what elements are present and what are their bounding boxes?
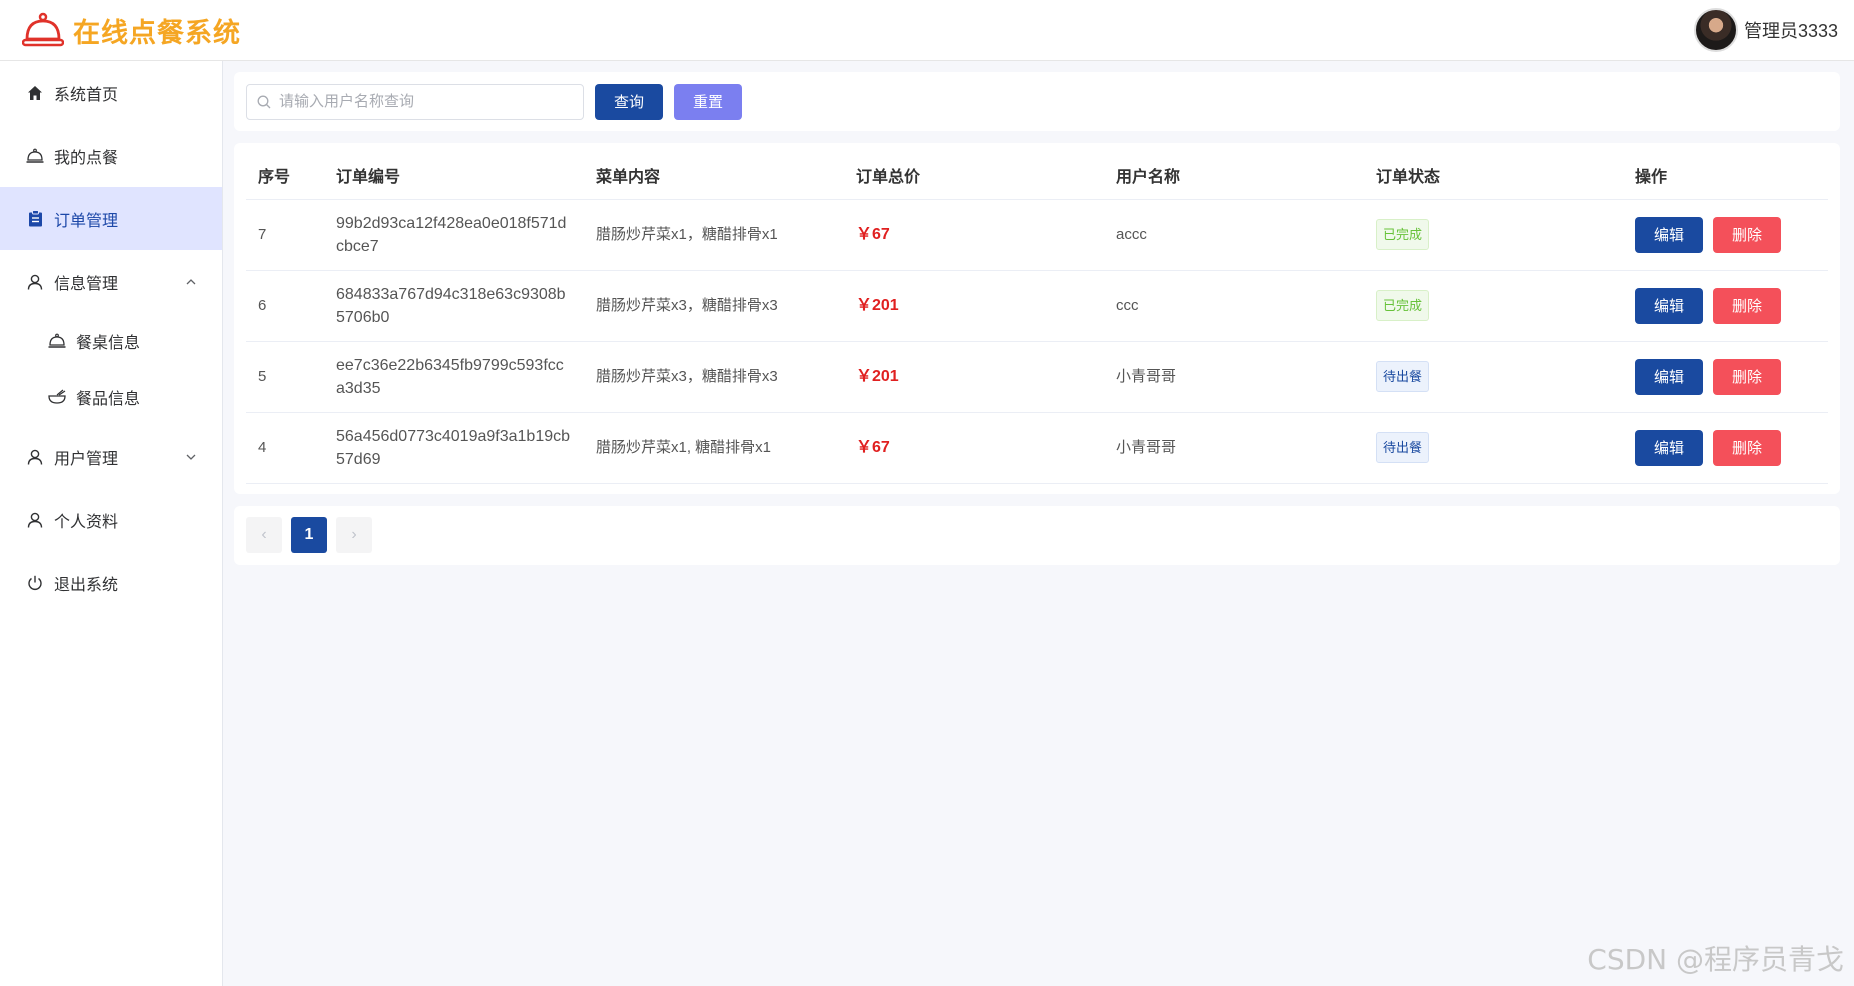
sidebar-item-order-management[interactable]: 订单管理 bbox=[0, 187, 222, 250]
column-header: 用户名称 bbox=[1104, 151, 1364, 200]
orders-table-card: 序号 订单编号 菜单内容 订单总价 用户名称 订单状态 操作 7 99b2d93… bbox=[234, 143, 1840, 494]
sidebar-item-label: 个人资料 bbox=[54, 513, 119, 531]
table-row: 7 99b2d93ca12f428ea0e018f571dcbce7 腊肠炒芹菜… bbox=[246, 199, 1828, 271]
row-index: 7 bbox=[246, 199, 324, 271]
column-header: 菜单内容 bbox=[584, 151, 844, 200]
status-badge: 已完成 bbox=[1376, 290, 1430, 321]
order-number: 56a456d0773c4019a9f3a1b19cb57d69 bbox=[324, 412, 584, 484]
menu-content: 腊肠炒芹菜x3，糖醋排骨x3 bbox=[584, 341, 844, 413]
edit-button[interactable]: 编辑 bbox=[1635, 429, 1703, 466]
menu-content: 腊肠炒芹菜x1, 糖醋排骨x1 bbox=[584, 412, 844, 484]
orders-table: 序号 订单编号 菜单内容 订单总价 用户名称 订单状态 操作 7 99b2d93… bbox=[246, 151, 1828, 484]
order-total: ￥67 bbox=[844, 412, 1104, 484]
bell-dish-icon bbox=[26, 147, 44, 165]
user-name[interactable]: 管理员3333 bbox=[1744, 17, 1838, 43]
menu-content: 腊肠炒芹菜x3，糖醋排骨x3 bbox=[584, 270, 844, 342]
brand: 在线点餐系统 bbox=[22, 11, 241, 50]
column-header: 订单编号 bbox=[324, 151, 584, 200]
main-content: 查询 重置 序号 订单编号 菜单内容 订单总价 用户名称 订单状态 操作 bbox=[234, 72, 1840, 565]
user-icon bbox=[26, 273, 44, 291]
search-icon bbox=[257, 95, 271, 108]
sidebar-item-logout[interactable]: 退出系统 bbox=[0, 551, 222, 614]
table-row: 4 56a456d0773c4019a9f3a1b19cb57d69 腊肠炒芹菜… bbox=[246, 412, 1828, 484]
edit-button[interactable]: 编辑 bbox=[1635, 216, 1703, 253]
edit-button[interactable]: 编辑 bbox=[1635, 358, 1703, 395]
edit-button[interactable]: 编辑 bbox=[1635, 287, 1703, 324]
user-name-cell: ccc bbox=[1104, 270, 1364, 342]
delete-button[interactable]: 删除 bbox=[1713, 358, 1781, 395]
sidebar-item-dish-info[interactable]: 餐品信息 bbox=[0, 369, 222, 425]
sidebar-item-label: 信息管理 bbox=[54, 275, 119, 293]
sidebar-item-label: 用户管理 bbox=[54, 450, 119, 468]
column-header: 订单状态 bbox=[1364, 151, 1623, 200]
delete-button[interactable]: 删除 bbox=[1713, 429, 1781, 466]
sidebar: 系统首页 我的点餐 订单管理 信息管理 餐桌信息 餐品信息 用户管理 个人资料 … bbox=[0, 61, 223, 986]
home-icon bbox=[26, 84, 44, 102]
status-badge: 待出餐 bbox=[1376, 361, 1430, 392]
watermark: CSDN @程序员青戈 bbox=[1587, 943, 1844, 976]
column-header: 操作 bbox=[1623, 151, 1828, 200]
user-icon bbox=[26, 511, 44, 529]
search-input-wrapper[interactable] bbox=[246, 83, 584, 120]
order-number: 99b2d93ca12f428ea0e018f571dcbce7 bbox=[324, 199, 584, 271]
order-total: ￥201 bbox=[844, 341, 1104, 413]
top-header: 在线点餐系统 管理员3333 bbox=[0, 0, 1854, 61]
user-menu[interactable]: 管理员3333 bbox=[1693, 8, 1838, 52]
sidebar-item-user-management[interactable]: 用户管理 bbox=[0, 425, 222, 488]
order-number: ee7c36e22b6345fb9799c593fcca3d35 bbox=[324, 341, 584, 413]
sidebar-item-label: 餐桌信息 bbox=[76, 335, 141, 352]
status-badge: 已完成 bbox=[1376, 219, 1430, 250]
sidebar-item-my-orders[interactable]: 我的点餐 bbox=[0, 124, 222, 187]
sidebar-item-label: 餐品信息 bbox=[76, 391, 141, 408]
pagination: ‹ 1 › bbox=[234, 505, 1840, 565]
sidebar-item-info-management[interactable]: 信息管理 bbox=[0, 250, 222, 313]
delete-button[interactable]: 删除 bbox=[1713, 287, 1781, 324]
column-header: 订单总价 bbox=[844, 151, 1104, 200]
search-input[interactable] bbox=[279, 93, 569, 110]
status-badge: 待出餐 bbox=[1376, 432, 1430, 463]
user-icon bbox=[26, 448, 44, 466]
user-name-cell: accc bbox=[1104, 199, 1364, 271]
order-total: ￥67 bbox=[844, 199, 1104, 271]
search-bar: 查询 重置 bbox=[234, 72, 1840, 131]
bell-dish-icon bbox=[22, 12, 64, 47]
next-page-button[interactable]: › bbox=[336, 517, 372, 553]
table-row: 5 ee7c36e22b6345fb9799c593fcca3d35 腊肠炒芹菜… bbox=[246, 341, 1828, 413]
bowl-icon bbox=[48, 388, 66, 406]
avatar[interactable] bbox=[1693, 8, 1738, 52]
sidebar-item-table-info[interactable]: 餐桌信息 bbox=[0, 313, 222, 369]
page-number-current[interactable]: 1 bbox=[291, 517, 327, 553]
power-icon bbox=[26, 574, 44, 592]
user-name-cell: 小青哥哥 bbox=[1104, 341, 1364, 413]
clipboard-icon bbox=[26, 210, 44, 228]
row-index: 5 bbox=[246, 341, 324, 413]
sidebar-item-profile[interactable]: 个人资料 bbox=[0, 488, 222, 551]
table-row: 6 684833a767d94c318e63c9308b5706b0 腊肠炒芹菜… bbox=[246, 270, 1828, 342]
prev-page-button[interactable]: ‹ bbox=[246, 517, 282, 553]
delete-button[interactable]: 删除 bbox=[1713, 216, 1781, 253]
sidebar-item-label: 我的点餐 bbox=[54, 149, 119, 167]
sidebar-item-label: 退出系统 bbox=[54, 576, 119, 594]
table-header-row: 序号 订单编号 菜单内容 订单总价 用户名称 订单状态 操作 bbox=[246, 151, 1828, 200]
chevron-up-icon bbox=[186, 278, 196, 284]
row-index: 6 bbox=[246, 270, 324, 342]
row-index: 4 bbox=[246, 412, 324, 484]
query-button[interactable]: 查询 bbox=[595, 83, 663, 120]
user-name-cell: 小青哥哥 bbox=[1104, 412, 1364, 484]
chevron-down-icon bbox=[186, 454, 196, 460]
menu-content: 腊肠炒芹菜x1，糖醋排骨x1 bbox=[584, 199, 844, 271]
app-title: 在线点餐系统 bbox=[73, 17, 241, 49]
sidebar-item-home[interactable]: 系统首页 bbox=[0, 61, 222, 124]
order-total: ￥201 bbox=[844, 270, 1104, 342]
bell-dish-icon bbox=[48, 332, 66, 350]
reset-button[interactable]: 重置 bbox=[674, 83, 742, 120]
column-header: 序号 bbox=[246, 151, 324, 200]
order-number: 684833a767d94c318e63c9308b5706b0 bbox=[324, 270, 584, 342]
sidebar-item-label: 系统首页 bbox=[54, 86, 119, 104]
sidebar-item-label: 订单管理 bbox=[54, 212, 119, 230]
